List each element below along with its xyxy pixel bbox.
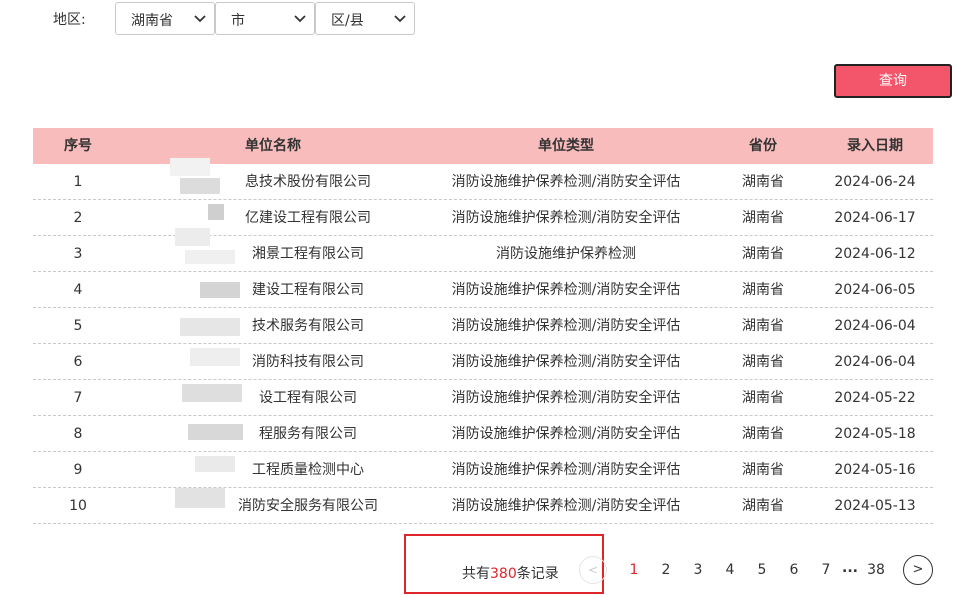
row-province: 湖南省 [742,462,784,478]
row-date: 2024-05-16 [834,462,916,478]
row-type: 消防设施维护保养检测/消防安全评估 [451,354,681,370]
region-label: 地区: [53,12,86,28]
row-name[interactable]: 建设工程有限公司 [123,272,423,307]
row-name[interactable]: 设工程有限公司 [123,380,423,415]
total-prefix: 共有 [462,566,490,582]
page-6[interactable]: 6 [784,562,804,578]
row-name[interactable]: 程服务有限公司 [123,416,423,451]
total-suffix: 条记录 [516,566,559,582]
total-count: 380 [490,566,517,582]
company-table: 序号 单位名称 单位类型 省份 录入日期 1 息技术股份有限公司 消防设施维护保… [33,128,933,524]
row-no: 7 [73,390,83,406]
row-name[interactable]: 技术服务有限公司 [123,308,423,343]
row-name[interactable]: 消防科技有限公司 [123,344,423,379]
row-no: 6 [73,354,83,370]
row-no: 2 [73,210,83,226]
row-province: 湖南省 [742,354,784,370]
row-no: 10 [69,498,87,514]
header-type: 单位类型 [538,138,594,154]
row-province: 湖南省 [742,390,784,406]
table-row[interactable]: 6 消防科技有限公司 消防设施维护保养检测/消防安全评估 湖南省 2024-06… [33,344,933,380]
table-row[interactable]: 10 消防安全服务有限公司 消防设施维护保养检测/消防安全评估 湖南省 2024… [33,488,933,524]
row-type: 消防设施维护保养检测/消防安全评估 [451,210,681,226]
row-date: 2024-06-04 [834,318,916,334]
row-date: 2024-05-13 [834,498,916,514]
row-province: 湖南省 [742,498,784,514]
filter-row: 地区: 湖南省 市 区/县 [0,0,956,40]
header-no: 序号 [64,138,92,154]
header-province: 省份 [749,138,777,154]
row-name[interactable]: 消防安全服务有限公司 [123,488,423,523]
province-select[interactable]: 湖南省 [115,2,215,35]
row-no: 4 [73,282,83,298]
row-date: 2024-06-17 [834,210,916,226]
row-province: 湖南省 [742,246,784,262]
header-name: 单位名称 [245,138,301,154]
row-type: 消防设施维护保养检测 [496,246,636,262]
page-5[interactable]: 5 [752,562,772,578]
row-province: 湖南省 [742,282,784,298]
chevron-down-icon [194,15,206,23]
row-type: 消防设施维护保养检测/消防安全评估 [451,462,681,478]
page-3[interactable]: 3 [688,562,708,578]
district-select[interactable]: 区/县 [315,2,415,35]
next-page-button[interactable]: > [903,555,933,585]
table-row[interactable]: 1 息技术股份有限公司 消防设施维护保养检测/消防安全评估 湖南省 2024-0… [33,164,933,200]
row-date: 2024-06-24 [834,174,916,190]
page-1[interactable]: 1 [624,562,644,578]
row-date: 2024-06-04 [834,354,916,370]
district-select-value: 区/县 [331,13,364,29]
page-ellipsis: ... [842,560,858,576]
row-name[interactable]: 息技术股份有限公司 [123,164,423,199]
row-province: 湖南省 [742,210,784,226]
chevron-down-icon [294,15,306,23]
row-date: 2024-05-22 [834,390,916,406]
total-records: 共有380条记录 [462,563,559,583]
header-date: 录入日期 [847,138,903,154]
row-type: 消防设施维护保养检测/消防安全评估 [451,498,681,514]
table-row[interactable]: 3 湘景工程有限公司 消防设施维护保养检测 湖南省 2024-06-12 [33,236,933,272]
page-last[interactable]: 38 [866,562,886,578]
chevron-down-icon [394,15,406,23]
row-province: 湖南省 [742,318,784,334]
row-type: 消防设施维护保养检测/消防安全评估 [451,282,681,298]
row-name[interactable]: 湘景工程有限公司 [123,236,423,271]
row-no: 5 [73,318,83,334]
page-4[interactable]: 4 [720,562,740,578]
row-no: 8 [73,426,83,442]
query-button[interactable]: 查询 [834,64,952,98]
city-select[interactable]: 市 [215,2,315,35]
prev-page-button[interactable]: < [579,556,607,584]
row-date: 2024-05-18 [834,426,916,442]
table-row[interactable]: 2 亿建设工程有限公司 消防设施维护保养检测/消防安全评估 湖南省 2024-0… [33,200,933,236]
table-row[interactable]: 8 程服务有限公司 消防设施维护保养检测/消防安全评估 湖南省 2024-05-… [33,416,933,452]
table-row[interactable]: 5 技术服务有限公司 消防设施维护保养检测/消防安全评估 湖南省 2024-06… [33,308,933,344]
table-header: 序号 单位名称 单位类型 省份 录入日期 [33,128,933,164]
page-2[interactable]: 2 [656,562,676,578]
row-no: 1 [73,174,83,190]
table-row[interactable]: 9 工程质量检测中心 消防设施维护保养检测/消防安全评估 湖南省 2024-05… [33,452,933,488]
row-name[interactable]: 工程质量检测中心 [123,452,423,487]
row-type: 消防设施维护保养检测/消防安全评估 [451,426,681,442]
row-date: 2024-06-05 [834,282,916,298]
row-type: 消防设施维护保养检测/消防安全评估 [451,174,681,190]
row-no: 3 [73,246,83,262]
row-province: 湖南省 [742,426,784,442]
city-select-value: 市 [231,13,245,29]
row-date: 2024-06-12 [834,246,916,262]
row-type: 消防设施维护保养检测/消防安全评估 [451,318,681,334]
page-7[interactable]: 7 [816,562,836,578]
province-select-value: 湖南省 [131,13,173,29]
row-name[interactable]: 亿建设工程有限公司 [123,200,423,235]
row-no: 9 [73,462,83,478]
table-row[interactable]: 7 设工程有限公司 消防设施维护保养检测/消防安全评估 湖南省 2024-05-… [33,380,933,416]
table-row[interactable]: 4 建设工程有限公司 消防设施维护保养检测/消防安全评估 湖南省 2024-06… [33,272,933,308]
row-province: 湖南省 [742,174,784,190]
row-type: 消防设施维护保养检测/消防安全评估 [451,390,681,406]
